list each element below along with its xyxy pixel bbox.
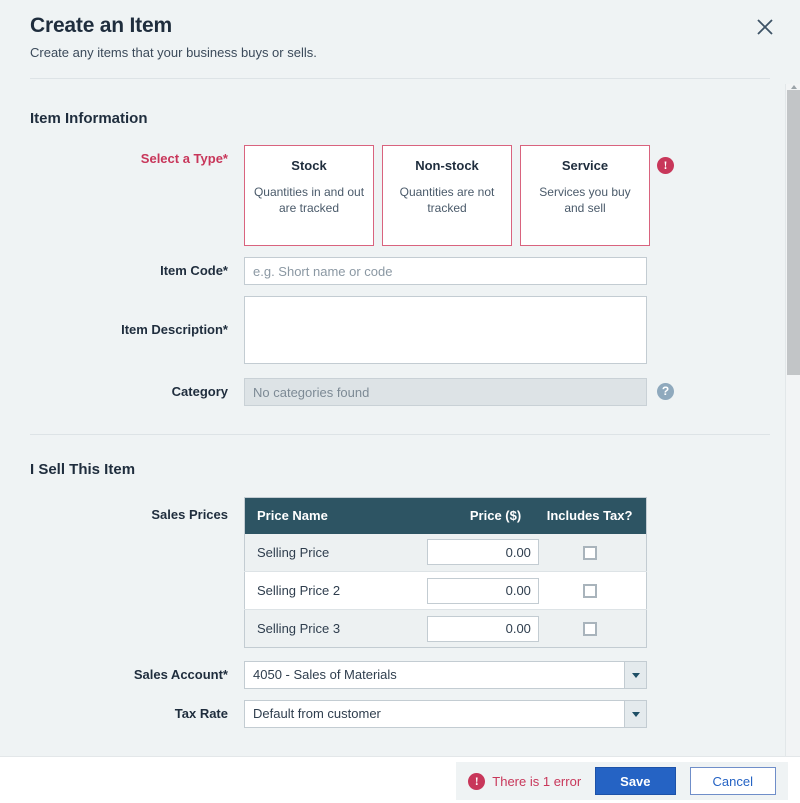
form-row-select-type: Select a Type* Stock Quantities in and o… — [30, 145, 770, 246]
sales-account-select[interactable]: 4050 - Sales of Materials — [244, 661, 647, 689]
label-tax-rate: Tax Rate — [30, 700, 244, 728]
label-category: Category — [30, 378, 244, 406]
vertical-scrollbar[interactable] — [785, 84, 800, 756]
price-name-cell: Selling Price 2 — [245, 572, 415, 610]
save-button[interactable]: Save — [595, 767, 675, 795]
price-name-cell: Selling Price — [245, 534, 415, 572]
item-description-textarea[interactable] — [244, 296, 647, 364]
form-row-category: Category ? — [30, 378, 770, 406]
page-title: Create an Item — [30, 14, 770, 38]
chevron-down-icon[interactable] — [624, 701, 646, 727]
column-header-includes-tax: Includes Tax? — [533, 498, 646, 534]
includes-tax-checkbox-selling-price[interactable] — [583, 546, 597, 560]
label-item-description: Item Description* — [30, 296, 244, 364]
form-row-tax-rate: Tax Rate Default from customer — [30, 700, 770, 728]
type-card-group: Stock Quantities in and out are tracked … — [244, 145, 770, 246]
price-input-selling-price-2[interactable] — [427, 578, 539, 604]
price-name-cell: Selling Price 3 — [245, 610, 415, 648]
table-row: Selling Price 2 — [245, 572, 647, 610]
price-input-selling-price[interactable] — [427, 539, 539, 565]
section-title-item-information: Item Information — [30, 110, 770, 127]
form-row-sales-prices: Sales Prices Price Name Price ($) Includ… — [30, 497, 770, 648]
label-select-type: Select a Type* — [30, 145, 244, 173]
error-icon: ! — [468, 773, 485, 790]
includes-tax-checkbox-selling-price-2[interactable] — [583, 584, 597, 598]
type-card-service-title: Service — [529, 158, 641, 173]
table-row: Selling Price — [245, 534, 647, 572]
table-header-row: Price Name Price ($) Includes Tax? — [245, 498, 647, 534]
sales-account-value: 4050 - Sales of Materials — [245, 662, 624, 688]
column-header-price-name: Price Name — [245, 498, 415, 534]
label-sales-prices: Sales Prices — [30, 497, 244, 533]
modal-header: Create an Item Create any items that you… — [0, 0, 800, 79]
cancel-button[interactable]: Cancel — [690, 767, 776, 795]
error-summary-text: There is 1 error — [492, 774, 581, 789]
modal-footer: ! There is 1 error Save Cancel — [0, 756, 800, 803]
header-divider — [30, 78, 770, 79]
section-divider — [30, 434, 770, 435]
type-card-non-stock-desc: Quantities are not tracked — [391, 184, 503, 216]
scroll-up-arrow-icon[interactable] — [786, 84, 800, 89]
label-item-code: Item Code* — [30, 257, 244, 285]
type-card-stock-title: Stock — [253, 158, 365, 173]
tax-rate-select[interactable]: Default from customer — [244, 700, 647, 728]
close-icon[interactable] — [752, 14, 778, 40]
scrollbar-thumb[interactable] — [787, 90, 800, 375]
error-summary: ! There is 1 error — [468, 773, 581, 790]
table-row: Selling Price 3 — [245, 610, 647, 648]
type-card-stock[interactable]: Stock Quantities in and out are tracked — [244, 145, 374, 246]
type-card-non-stock[interactable]: Non-stock Quantities are not tracked — [382, 145, 512, 246]
type-card-stock-desc: Quantities in and out are tracked — [253, 184, 365, 216]
includes-tax-checkbox-selling-price-3[interactable] — [583, 622, 597, 636]
form-row-item-description: Item Description* — [30, 296, 770, 367]
label-sales-account: Sales Account* — [30, 661, 244, 689]
type-card-service-desc: Services you buy and sell — [529, 184, 641, 216]
tax-rate-value: Default from customer — [245, 701, 624, 727]
type-card-service[interactable]: Service Services you buy and sell — [520, 145, 650, 246]
modal-body: Item Information Select a Type* Stock Qu… — [0, 84, 800, 756]
item-code-input[interactable] — [244, 257, 647, 285]
section-title-i-sell-this-item: I Sell This Item — [30, 461, 770, 478]
price-input-selling-price-3[interactable] — [427, 616, 539, 642]
category-input[interactable] — [244, 378, 647, 406]
form-row-item-code: Item Code* — [30, 257, 770, 285]
type-card-non-stock-title: Non-stock — [391, 158, 503, 173]
sales-prices-table: Price Name Price ($) Includes Tax? Selli… — [244, 497, 647, 648]
error-icon-select-type: ! — [657, 157, 674, 174]
chevron-down-icon[interactable] — [624, 662, 646, 688]
page-subtitle: Create any items that your business buys… — [30, 45, 770, 60]
form-row-sales-account: Sales Account* 4050 - Sales of Materials — [30, 661, 770, 689]
footer-action-panel: ! There is 1 error Save Cancel — [456, 762, 788, 800]
column-header-price: Price ($) — [415, 498, 533, 534]
help-icon-category[interactable]: ? — [657, 383, 674, 400]
